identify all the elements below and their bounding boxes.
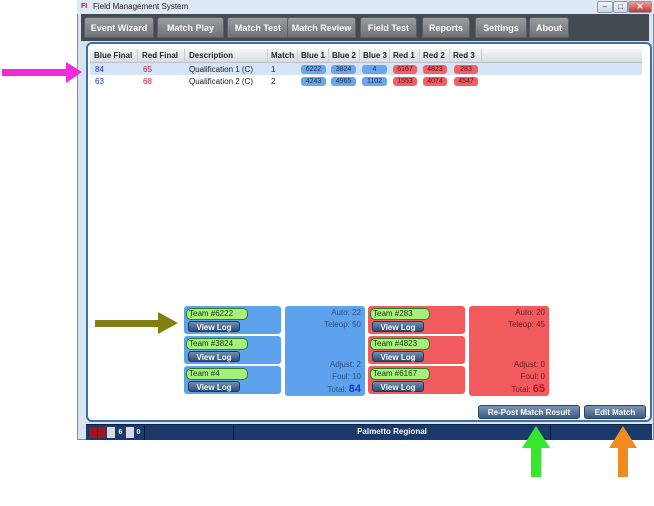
green-arrow-icon [522,426,550,477]
annotation-arrows [2,62,637,477]
orange-arrow-icon [609,426,637,477]
magenta-arrow-icon [2,62,82,83]
olive-arrow-icon [95,312,178,334]
